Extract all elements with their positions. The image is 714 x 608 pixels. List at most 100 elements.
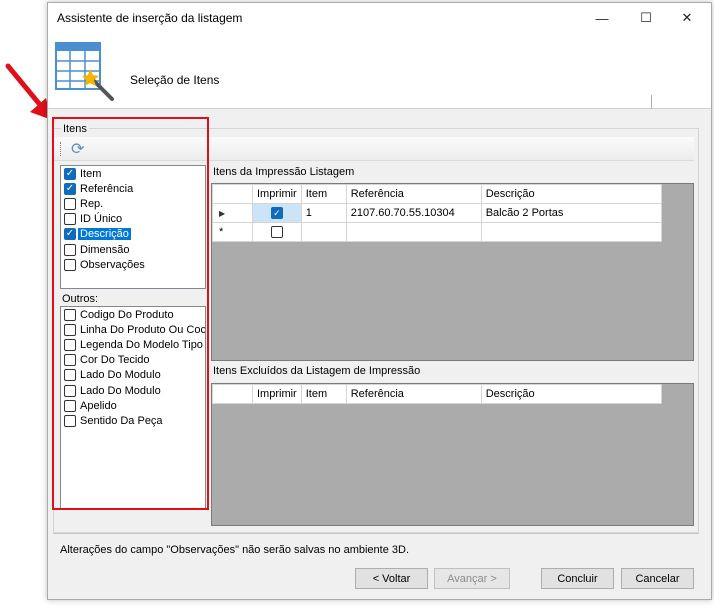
wizard-header: Seleção de Itens (48, 33, 711, 109)
wizard-window: Assistente de inserção da listagem — ☐ ✕… (47, 2, 712, 600)
new-descricao-cell[interactable] (480, 222, 662, 242)
status-divider (53, 533, 699, 534)
list-item[interactable]: Dimensão (61, 242, 205, 257)
title-bar: Assistente de inserção da listagem — ☐ ✕ (48, 3, 711, 33)
print-grid-label: Itens da Impressão Listagem (213, 166, 355, 178)
print-grid-table: Imprimir Item Referência Descrição ▶ ✓ 1… (212, 184, 662, 242)
list-item-label: Cor Do Tecido (80, 354, 150, 367)
column-header-imprimir[interactable]: Imprimir (252, 184, 302, 204)
list-item-label: Observações (80, 258, 145, 271)
list-item[interactable]: Cor Do Tecido (61, 353, 205, 368)
item-cell[interactable]: 1 (300, 203, 347, 223)
list-item[interactable]: Lado Do Modulo (61, 383, 205, 398)
excluded-row-header-corner (212, 384, 253, 404)
referencia-cell[interactable]: 2107.60.70.55.10304 (345, 203, 482, 223)
status-message: Alterações do campo "Observações" não se… (60, 544, 409, 556)
checkbox[interactable] (64, 243, 76, 256)
checkbox[interactable] (64, 384, 76, 397)
list-item-label: Legenda Do Modelo Tipo (80, 338, 203, 351)
refresh-icon[interactable]: ⟳ (71, 139, 84, 159)
list-item[interactable]: Lado Do Modulo (61, 368, 205, 383)
checkbox[interactable] (64, 323, 76, 336)
new-imprimir-checkbox[interactable] (270, 226, 283, 239)
column-header-referencia[interactable]: Referência (345, 184, 482, 204)
imprimir-checkbox[interactable]: ✓ (270, 207, 283, 220)
window-title: Assistente de inserção da listagem (57, 11, 243, 25)
table-wand-icon (55, 42, 114, 101)
excluded-column-header-item[interactable]: Item (300, 384, 347, 404)
list-item-label: Dimensão (80, 243, 130, 256)
wizard-step-title: Seleção de Itens (130, 73, 220, 87)
list-item[interactable]: Observações (61, 257, 205, 272)
list-item-label: Apelido (80, 399, 117, 412)
excluded-column-header-descricao[interactable]: Descrição (480, 384, 662, 404)
header-divider (651, 95, 652, 109)
checkbox[interactable] (64, 354, 76, 367)
checkbox[interactable] (64, 213, 76, 226)
maximize-button[interactable]: ☐ (624, 3, 668, 33)
outros-checklist[interactable]: Codigo Do Produto Linha Do Produto Ou Coc… (60, 306, 206, 509)
checkbox[interactable] (64, 414, 76, 427)
table-row[interactable]: ▶ ✓ 1 2107.60.70.55.10304 Balcão 2 Porta… (212, 203, 662, 223)
new-imprimir-cell[interactable] (252, 222, 302, 242)
excluded-grid-table: Imprimir Item Referência Descrição (212, 384, 662, 404)
excluded-grid-header: Imprimir Item Referência Descrição (212, 384, 662, 404)
list-item-label: Rep. (80, 197, 104, 210)
print-grid[interactable]: Imprimir Item Referência Descrição ▶ ✓ 1… (211, 183, 694, 361)
back-button[interactable]: < Voltar (355, 568, 428, 589)
descricao-cell[interactable]: Balcão 2 Portas (480, 203, 662, 223)
row-indicator: ▶ (212, 203, 253, 223)
column-header-descricao[interactable]: Descrição (480, 184, 662, 204)
new-referencia-cell[interactable] (345, 222, 482, 242)
excluded-grid[interactable]: Imprimir Item Referência Descrição (211, 383, 694, 526)
list-item[interactable]: ✓ Item (61, 166, 205, 181)
itens-group-label: Itens (61, 123, 89, 135)
checkbox[interactable] (64, 308, 76, 321)
checkbox[interactable] (64, 197, 76, 210)
checkbox[interactable] (64, 338, 76, 351)
list-item-label: ID Único (80, 213, 123, 226)
list-item-label: Sentido Da Peça (80, 414, 163, 427)
list-item-label: Lado Do Modulo (80, 369, 161, 382)
toolbar-grip (60, 142, 62, 156)
checkbox[interactable]: ✓ (64, 182, 76, 195)
list-item-label: Descrição (78, 228, 131, 241)
checkbox[interactable] (64, 258, 76, 271)
list-item-label: Linha Do Produto Ou Coc (80, 323, 206, 336)
list-item[interactable]: ✓ Descrição (61, 227, 205, 242)
outros-label: Outros: (62, 293, 99, 305)
minimize-button[interactable]: — (580, 3, 624, 33)
list-item[interactable]: Linha Do Produto Ou Coc (61, 322, 205, 337)
list-item[interactable]: ID Único (61, 212, 205, 227)
checkbox[interactable]: ✓ (64, 167, 76, 180)
items-checklist[interactable]: ✓ Item ✓ Referência Rep. ID Único ✓ Descrição Di… (60, 165, 206, 289)
list-item-label: Item (80, 167, 102, 180)
checkbox[interactable] (64, 369, 76, 382)
finish-button[interactable]: Concluir (541, 568, 614, 589)
list-item[interactable]: Sentido Da Peça (61, 413, 205, 428)
column-header-item[interactable]: Item (300, 184, 347, 204)
list-item-label: Lado Do Modulo (80, 384, 161, 397)
list-item-label: Referência (80, 182, 134, 195)
cancel-button[interactable]: Cancelar (621, 568, 694, 589)
print-grid-header: Imprimir Item Referência Descrição (212, 184, 662, 204)
list-item[interactable]: Codigo Do Produto (61, 307, 205, 322)
list-item[interactable]: ✓ Referência (61, 181, 205, 196)
new-row-indicator: * (212, 222, 253, 242)
excluded-column-header-imprimir[interactable]: Imprimir (252, 384, 302, 404)
list-item[interactable]: Legenda Do Modelo Tipo (61, 337, 205, 352)
excluded-grid-label: Itens Excluídos da Listagem de Impressão (213, 365, 421, 377)
close-button[interactable]: ✕ (665, 3, 709, 33)
checkbox[interactable] (64, 399, 76, 412)
row-header-corner (212, 184, 253, 204)
list-item[interactable]: Apelido (61, 398, 205, 413)
next-button[interactable]: Avançar > (434, 568, 510, 589)
toolbar: ⟳ (54, 137, 694, 161)
new-item-cell[interactable] (300, 222, 347, 242)
excluded-column-header-referencia[interactable]: Referência (345, 384, 482, 404)
list-item[interactable]: Rep. (61, 196, 205, 211)
checkbox[interactable]: ✓ (64, 228, 76, 241)
new-row[interactable]: * (212, 222, 662, 242)
imprimir-cell[interactable]: ✓ (252, 203, 302, 223)
list-item-label: Codigo Do Produto (80, 308, 174, 321)
